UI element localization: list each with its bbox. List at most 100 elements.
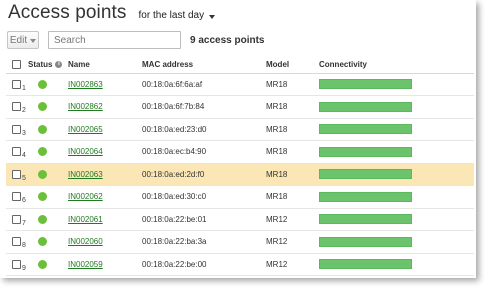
model: MR12 xyxy=(266,214,288,224)
row-checkbox[interactable] xyxy=(12,169,21,179)
access-point-name-link[interactable]: IN002063 xyxy=(68,170,103,179)
connectivity-bar xyxy=(319,259,412,270)
access-points-panel: Access points for the last day Edit 9 ac… xyxy=(0,0,476,278)
status-cell xyxy=(28,118,68,141)
row-checkbox[interactable] xyxy=(12,102,21,112)
row-select-cell: 5 xyxy=(6,163,28,186)
row-checkbox[interactable] xyxy=(12,147,21,157)
status-online-icon xyxy=(38,259,47,269)
access-point-count: 9 access points xyxy=(190,34,265,46)
mac-address: 00:18:0a:22:ba:3a xyxy=(142,237,207,247)
row-number: 4 xyxy=(22,152,26,160)
search-input[interactable] xyxy=(48,31,181,49)
status-online-icon xyxy=(38,102,47,112)
table-row[interactable]: 6 IN002062 00:18:0a:ed:30:c0 MR18 xyxy=(6,186,474,209)
mac-address: 00:18:0a:22:be:01 xyxy=(142,214,207,224)
access-point-name-link[interactable]: IN002061 xyxy=(68,215,103,224)
row-checkbox[interactable] xyxy=(12,259,21,269)
model: MR18 xyxy=(266,124,288,134)
column-model[interactable]: Model xyxy=(266,56,319,74)
status-online-icon xyxy=(38,214,47,224)
model: MR12 xyxy=(266,237,288,247)
name-cell: IN002863 xyxy=(68,73,142,96)
row-select-cell: 1 xyxy=(6,73,28,96)
access-point-name-link[interactable]: IN002064 xyxy=(68,147,103,156)
status-cell xyxy=(28,231,68,254)
row-number: 8 xyxy=(22,242,26,250)
status-online-icon xyxy=(38,79,47,89)
table-row[interactable]: 5 IN002063 00:18:0a:ed:2d:f0 MR18 xyxy=(6,163,474,186)
row-number: 1 xyxy=(22,84,26,92)
table-row[interactable]: 3 IN002065 00:18:0a:ed:23:d0 MR18 xyxy=(6,118,474,141)
column-connectivity[interactable]: Connectivity xyxy=(319,56,474,74)
connectivity-bar xyxy=(319,236,412,247)
table-row[interactable]: 8 IN002060 00:18:0a:22:ba:3a MR12 xyxy=(6,231,474,254)
row-checkbox[interactable] xyxy=(12,237,21,247)
edit-label: Edit xyxy=(9,34,28,46)
status-cell xyxy=(28,208,68,231)
select-all-checkbox[interactable] xyxy=(12,59,21,69)
column-status[interactable]: Status i xyxy=(28,56,68,74)
table-row[interactable]: 4 IN002064 00:18:0a:ec:b4:90 MR18 xyxy=(6,141,474,164)
mac-address: 00:18:0a:6f:7b:84 xyxy=(142,102,205,112)
chevron-down-icon xyxy=(209,14,216,19)
connectivity-cell xyxy=(319,208,474,231)
edit-dropdown-button[interactable]: Edit xyxy=(7,31,39,49)
table-body: 1 IN002863 00:18:0a:6f:6a:af MR18 2 IN002862 0… xyxy=(6,73,474,276)
table-row[interactable]: 9 IN002059 00:18:0a:22:be:00 MR12 xyxy=(6,253,474,276)
row-number: 6 xyxy=(22,197,26,205)
access-point-name-link[interactable]: IN002062 xyxy=(68,192,103,201)
access-point-name-link[interactable]: IN002862 xyxy=(68,102,103,111)
connectivity-cell xyxy=(319,96,474,119)
connectivity-bar xyxy=(319,124,412,135)
row-checkbox[interactable] xyxy=(12,79,21,89)
name-cell: IN002062 xyxy=(68,186,142,209)
row-checkbox[interactable] xyxy=(12,192,21,202)
row-select-cell: 9 xyxy=(6,253,28,276)
column-name[interactable]: Name xyxy=(68,56,142,74)
table-row[interactable]: 1 IN002863 00:18:0a:6f:6a:af MR18 xyxy=(6,73,474,96)
row-checkbox[interactable] xyxy=(12,214,21,224)
mac-address: 00:18:0a:22:be:00 xyxy=(142,259,207,269)
connectivity-bar xyxy=(319,146,412,157)
row-select-cell: 2 xyxy=(6,96,28,119)
access-point-name-link[interactable]: IN002059 xyxy=(68,260,103,269)
name-cell: IN002063 xyxy=(68,163,142,186)
status-cell xyxy=(28,253,68,276)
row-checkbox[interactable] xyxy=(12,124,21,134)
page-header: Access points for the last day xyxy=(8,2,216,26)
info-icon[interactable]: i xyxy=(55,61,63,69)
access-point-name-link[interactable]: IN002060 xyxy=(68,237,103,246)
access-point-name-link[interactable]: IN002863 xyxy=(68,80,103,89)
status-online-icon xyxy=(38,124,47,134)
page-title: Access points xyxy=(8,2,127,23)
name-cell: IN002064 xyxy=(68,141,142,164)
connectivity-cell xyxy=(319,163,474,186)
name-cell: IN002065 xyxy=(68,118,142,141)
connectivity-cell xyxy=(319,118,474,141)
row-select-cell: 4 xyxy=(6,141,28,164)
access-point-name-link[interactable]: IN002065 xyxy=(68,125,103,134)
table-row[interactable]: 2 IN002862 00:18:0a:6f:7b:84 MR18 xyxy=(6,96,474,119)
row-select-cell: 8 xyxy=(6,231,28,254)
connectivity-bar xyxy=(319,191,412,202)
name-cell: IN002059 xyxy=(68,253,142,276)
timeframe-dropdown[interactable]: for the last day xyxy=(139,10,216,21)
connectivity-bar xyxy=(319,79,412,90)
connectivity-cell xyxy=(319,253,474,276)
table-row[interactable]: 7 IN002061 00:18:0a:22:be:01 MR12 xyxy=(6,208,474,231)
model: MR18 xyxy=(266,102,288,112)
chevron-down-icon xyxy=(30,39,37,43)
connectivity-cell xyxy=(319,141,474,164)
status-online-icon xyxy=(38,192,47,202)
row-number: 9 xyxy=(22,264,26,272)
model: MR18 xyxy=(266,147,288,157)
column-mac[interactable]: MAC address xyxy=(142,56,266,74)
row-number: 7 xyxy=(22,219,26,227)
status-online-icon xyxy=(38,237,47,247)
status-cell xyxy=(28,163,68,186)
select-all-cell xyxy=(6,56,28,74)
connectivity-cell xyxy=(319,231,474,254)
connectivity-cell xyxy=(319,186,474,209)
mac-address: 00:18:0a:ec:b4:90 xyxy=(142,147,207,157)
